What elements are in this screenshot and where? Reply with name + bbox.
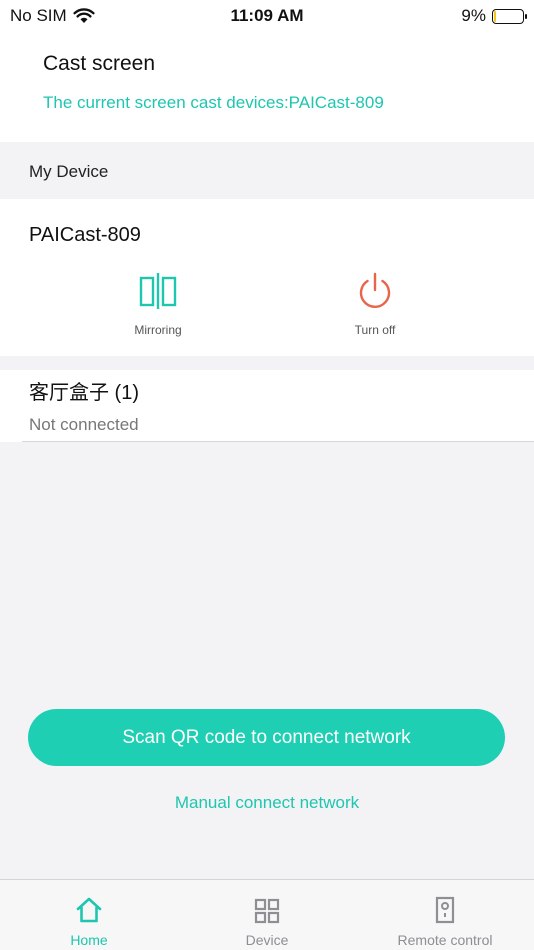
connection-status: Not connected (29, 415, 139, 434)
tab-remote-label: Remote control (397, 932, 493, 948)
tab-home-label: Home (70, 932, 108, 948)
clock: 11:09 AM (230, 6, 304, 25)
tab-device-label: Device (245, 932, 289, 948)
my-device-section: My Device (0, 142, 534, 199)
remote-icon (435, 896, 455, 924)
turn-off-button[interactable]: Turn off (315, 269, 435, 337)
page-title: Cast screen (43, 52, 156, 75)
mirroring-button[interactable]: Mirroring (98, 269, 218, 337)
device-list-item[interactable]: 客厅盒子 (1) Not connected (0, 370, 534, 442)
divider (22, 441, 534, 442)
home-icon (76, 897, 102, 923)
tab-home[interactable]: Home (0, 880, 178, 950)
tab-bar: Home Device Remote control (0, 879, 534, 950)
cast-header: Cast screen The current screen cast devi… (0, 32, 534, 142)
turn-off-label: Turn off (354, 323, 396, 337)
battery-icon (492, 8, 527, 24)
current-cast-device: The current screen cast devices:PAICast-… (43, 93, 384, 112)
scan-qr-button[interactable]: Scan QR code to connect network (28, 709, 505, 766)
mirroring-label: Mirroring (134, 323, 182, 337)
battery-level (494, 10, 496, 22)
tab-device[interactable]: Device (178, 880, 356, 950)
section-title: My Device (29, 162, 109, 181)
app-screen: No SIM 11:09 AM 9% Cast screen The curre… (0, 0, 534, 950)
power-icon (359, 272, 391, 309)
grid-icon (254, 898, 280, 924)
device-name: PAICast-809 (29, 224, 141, 246)
status-bar: No SIM 11:09 AM 9% (0, 0, 534, 32)
manual-connect-link[interactable]: Manual connect network (0, 793, 534, 813)
battery-percent: 9% (461, 6, 486, 25)
my-device-card: PAICast-809 Mirroring Turn off (0, 199, 534, 356)
mirroring-icon (139, 273, 177, 309)
tab-remote-control[interactable]: Remote control (356, 880, 534, 950)
other-device-name: 客厅盒子 (1) (29, 382, 139, 404)
status-right: 9% (461, 6, 527, 26)
